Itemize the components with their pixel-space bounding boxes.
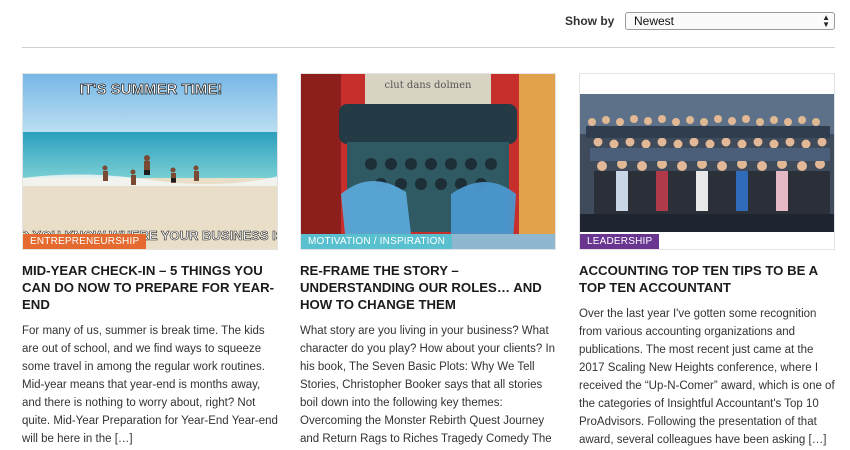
post-title[interactable]: ACCOUNTING TOP TEN TIPS TO BE A TOP TEN … xyxy=(579,262,835,296)
toolbar: Show by Newest ▲ ▼ xyxy=(0,0,850,46)
post-card: IT'S SUMMER TIME! DO YOU KNOW WHERE YOUR… xyxy=(22,73,278,448)
category-badge[interactable]: ENTREPRENEURSHIP xyxy=(23,234,147,249)
divider xyxy=(22,47,835,48)
post-card: clut dans dolmen MOTIVATION / INSPIRATIO… xyxy=(300,73,556,450)
select-arrows-icon: ▲ ▼ xyxy=(822,13,830,29)
post-thumbnail[interactable]: IT'S SUMMER TIME! DO YOU KNOW WHERE YOUR… xyxy=(22,73,278,250)
post-title[interactable]: RE-FRAME THE STORY – UNDERSTANDING OUR R… xyxy=(300,262,556,313)
post-card: LEADERSHIP ACCOUNTING TOP TEN TIPS TO BE… xyxy=(579,73,835,449)
post-thumbnail[interactable]: clut dans dolmen MOTIVATION / INSPIRATIO… xyxy=(300,73,556,250)
post-excerpt: What story are you living in your busine… xyxy=(300,325,556,445)
category-badge[interactable]: LEADERSHIP xyxy=(580,234,660,249)
post-excerpt: For many of us, summer is break time. Th… xyxy=(22,325,278,445)
sort-select-value: Newest xyxy=(634,14,675,28)
category-badge[interactable]: MOTIVATION / INSPIRATION xyxy=(301,234,453,249)
post-thumbnail[interactable]: LEADERSHIP xyxy=(579,73,835,250)
show-by-label: Show by xyxy=(565,14,615,28)
sort-select[interactable]: Newest ▲ ▼ xyxy=(625,12,835,30)
thumbnail-caption-top: IT'S SUMMER TIME! xyxy=(80,81,223,98)
post-title[interactable]: MID-YEAR CHECK-IN – 5 THINGS YOU CAN DO … xyxy=(22,262,278,313)
thumbnail-caption-top: clut dans dolmen xyxy=(384,80,472,91)
post-excerpt: Over the last year I've gotten some reco… xyxy=(579,308,835,446)
